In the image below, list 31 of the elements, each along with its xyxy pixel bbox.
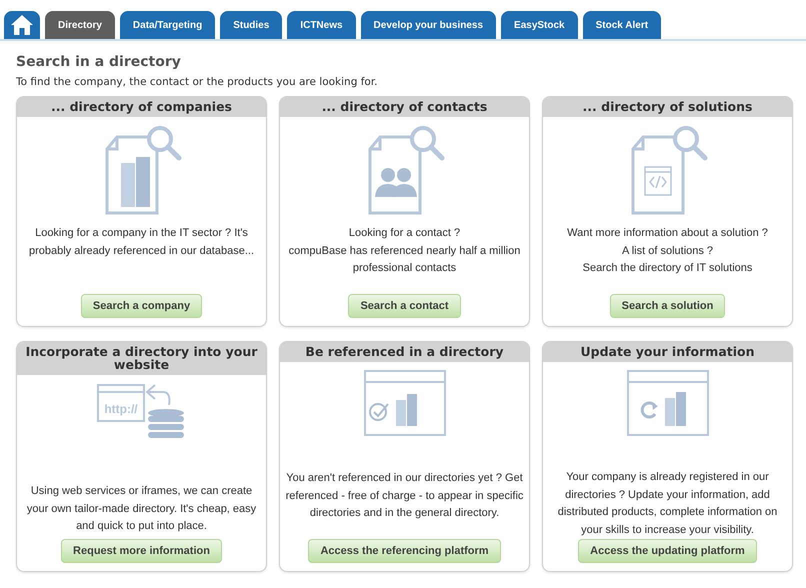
nav-tab[interactable]: EasyStock xyxy=(501,11,578,39)
page-title: Search in a directory xyxy=(16,54,182,70)
card-description: You aren't referenced in our directories yet ? Get referenced - free of charge - to appear in specific directories and in the general directory. xyxy=(284,471,524,522)
card-title: Be referenced in a directory xyxy=(280,342,529,362)
action-button[interactable]: Request more information xyxy=(61,539,222,563)
nav-tab[interactable]: Directory xyxy=(45,11,115,39)
card-description: Using web services or iframes, we can create your own tailor-made directory. It's cheap, easy and quick to put into place. xyxy=(26,484,258,534)
card-description: Looking for a company in the IT sector ? It's probably already referenced in our database... xyxy=(28,226,256,259)
nav-tab[interactable]: Data/Targeting xyxy=(120,11,216,39)
action-button[interactable]: Access the updating platform xyxy=(578,539,757,563)
card-description: Looking for a contact ? compuBase has referenced nearly half a million professional contacts xyxy=(288,226,522,276)
card-description: Want more information about a solution ? A list of solutions ? Search the directory of IT solutions xyxy=(566,226,769,276)
card-title: ... directory of contacts xyxy=(280,97,529,118)
nav-tab[interactable]: Develop your business xyxy=(360,11,496,39)
action-button[interactable]: Search a solution xyxy=(610,294,726,318)
window-check-buildings-icon xyxy=(364,370,446,436)
nav-tab[interactable]: Studies xyxy=(220,11,282,39)
home-icon xyxy=(10,14,34,36)
action-button[interactable]: Search a company xyxy=(80,294,202,318)
card-title: Update your information xyxy=(543,342,792,362)
nav-tab[interactable]: Stock Alert xyxy=(582,11,662,39)
home-tab[interactable] xyxy=(4,11,40,39)
card-description: Your company is already registered in our directories ? Update your information, add distributed products, complete information on your skills to increase your visibility. xyxy=(556,470,778,538)
nav-tab[interactable]: ICTNews xyxy=(287,11,356,39)
action-button[interactable]: Access the referencing platform xyxy=(308,539,501,563)
window-refresh-buildings-icon xyxy=(626,370,708,436)
card-title: Incorporate a directory into your website xyxy=(17,342,266,376)
action-button[interactable]: Search a contact xyxy=(348,294,461,318)
card-title: ... directory of solutions xyxy=(543,97,792,118)
page-subtitle: To find the company, the contact or the products you are looking for. xyxy=(16,76,379,88)
card-title: ... directory of companies xyxy=(17,97,266,118)
